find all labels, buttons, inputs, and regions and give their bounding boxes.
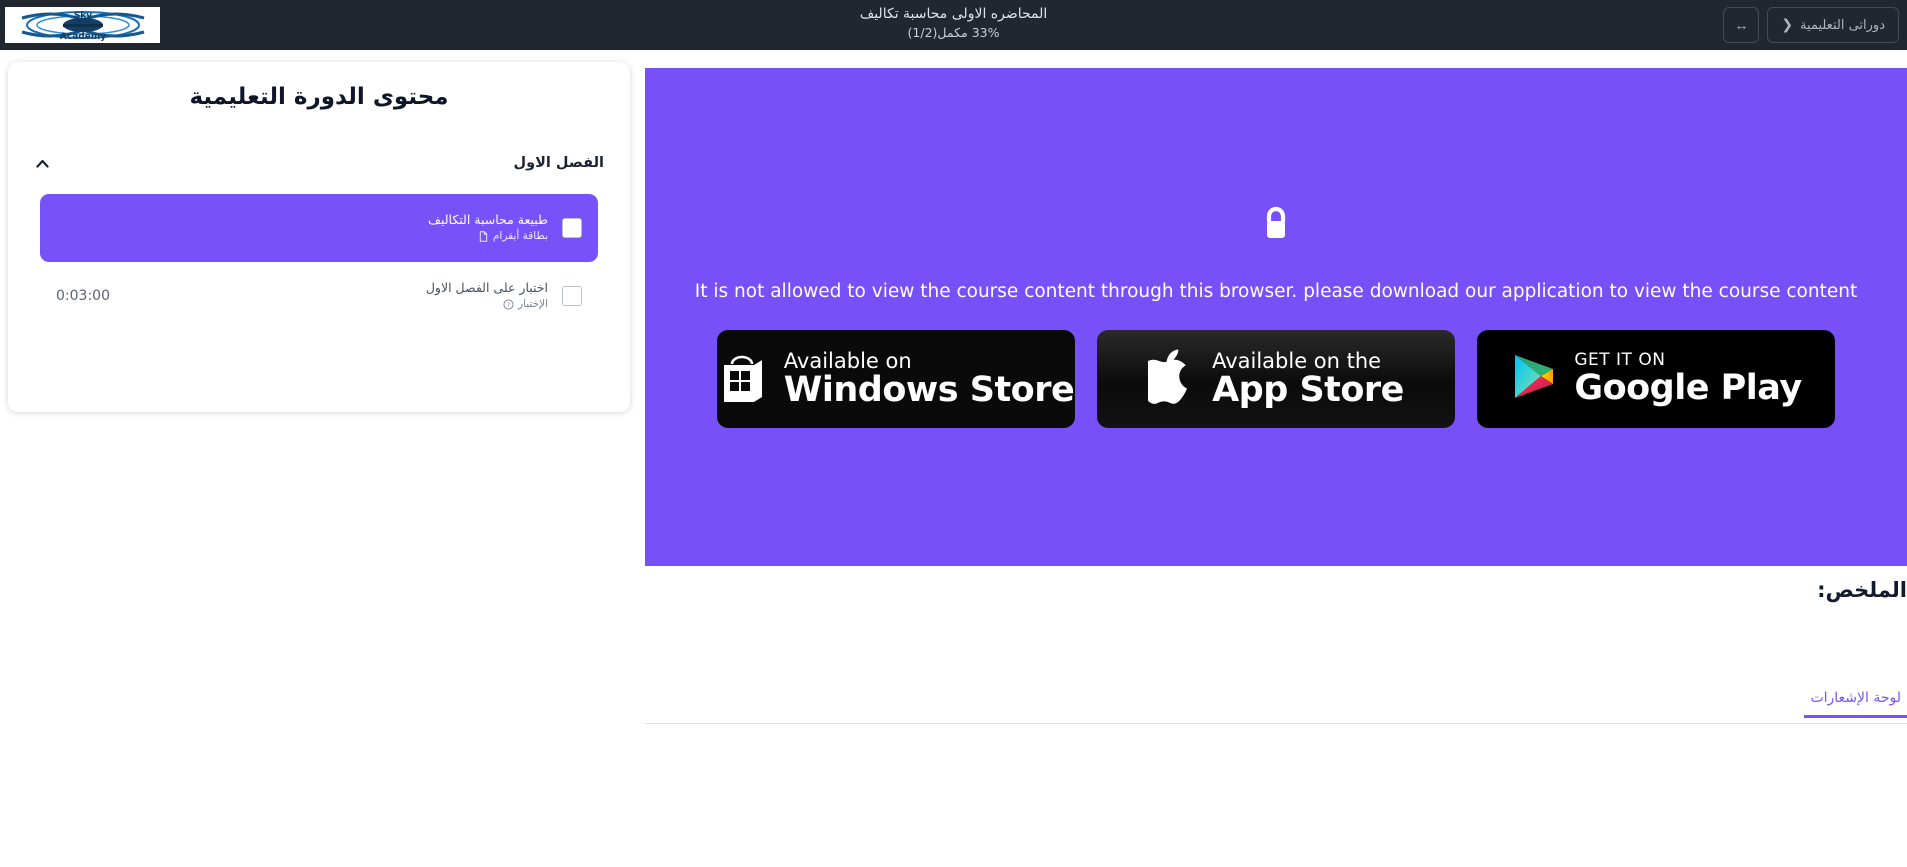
course-progress-text: 33% مكمل(1/2) xyxy=(907,25,1000,40)
question-circle-icon: ? xyxy=(503,299,514,310)
sidebar-toggle-button[interactable]: ↔ xyxy=(1723,7,1760,43)
chevron-up-icon[interactable] xyxy=(34,155,50,171)
lesson-name-0: طبيعة محاسبة التكاليف xyxy=(428,212,548,228)
appstore-badge-small: Available on the xyxy=(1212,348,1382,373)
windows-badge-inner: Available on Windows Store xyxy=(718,348,1075,410)
lesson-text-block-0: طبيعة محاسبة التكاليف بطاقة أيقرام xyxy=(428,212,548,243)
arrows-left-right-icon: ↔ xyxy=(1734,17,1749,33)
document-icon xyxy=(478,231,489,242)
lesson-list: طبيعة محاسبة التكاليف بطاقة أيقرام اختبا… xyxy=(8,194,630,330)
googleplay-badge-small: GET IT ON xyxy=(1574,349,1666,370)
appstore-badge-big: App Store xyxy=(1212,369,1404,410)
lock-icon xyxy=(1259,203,1293,245)
svg-text:?: ? xyxy=(507,302,510,309)
lesson-meta-label-0: بطاقة أيقرام xyxy=(492,230,548,243)
store-badges: Available on Windows Store Available on … xyxy=(717,330,1835,428)
lesson-text-block-1: اختبار على الفصل الاول الإختبار ? xyxy=(426,280,548,311)
windows-store-icon xyxy=(718,351,768,407)
sky-academy-logo-icon: Sky Academy xyxy=(21,11,144,42)
content-blocked-panel: It is not allowed to view the course con… xyxy=(645,68,1907,566)
summary-label: الملخص: xyxy=(1817,578,1907,602)
windows-badge-small: Available on xyxy=(783,348,912,373)
appstore-badge-text: Available on the App Store xyxy=(1212,350,1404,409)
google-play-icon xyxy=(1510,351,1558,407)
googleplay-badge-text: GET IT ON Google Play xyxy=(1574,349,1802,408)
svg-text:Academy: Academy xyxy=(59,32,105,42)
back-button-label: دوراتى التعليمية xyxy=(1800,17,1885,33)
lesson-meta-label-1: الإختبار xyxy=(517,298,548,311)
app-store-badge[interactable]: Available on the App Store xyxy=(1097,330,1455,428)
my-courses-back-button[interactable]: دوراتى التعليمية ❮ xyxy=(1767,7,1899,43)
lesson-checkbox-0[interactable] xyxy=(562,218,582,238)
tab-notifications-board[interactable]: لوحة الإشعارات xyxy=(1804,690,1907,718)
course-content-sidebar: محتوى الدورة التعليمية الفصل الاول طبيعة… xyxy=(8,62,630,412)
blocked-message: It is not allowed to view the course con… xyxy=(694,281,1858,302)
appstore-badge-inner: Available on the App Store xyxy=(1139,349,1404,409)
googleplay-badge-inner: GET IT ON Google Play xyxy=(1510,349,1802,408)
lesson-item-0[interactable]: طبيعة محاسبة التكاليف بطاقة أيقرام xyxy=(40,194,598,262)
windows-badge-big: Windows Store xyxy=(783,369,1075,410)
sidebar-title: محتوى الدورة التعليمية xyxy=(189,84,449,110)
svg-text:Sky: Sky xyxy=(73,11,91,21)
chapter-name: الفصل الاول xyxy=(513,155,605,171)
windows-badge-text: Available on Windows Store xyxy=(783,348,1075,410)
lesson-name-1: اختبار على الفصل الاول xyxy=(425,280,548,296)
lesson-meta-1: الإختبار ? xyxy=(503,297,548,311)
lesson-meta-0: بطاقة أيقرام xyxy=(478,229,548,243)
bottom-tabs: لوحة الإشعارات xyxy=(645,690,1907,724)
lecture-title: المحاضره الاولى محاسبة تكاليف xyxy=(859,6,1048,22)
topbar-title-block: المحاضره الاولى محاسبة تكاليف 33% مكمل(1… xyxy=(0,5,1907,42)
chevron-left-icon: ❮ xyxy=(1781,17,1794,33)
chapter-header[interactable]: الفصل الاول xyxy=(8,150,630,176)
summary-section: الملخص: xyxy=(645,578,1907,602)
google-play-badge[interactable]: GET IT ON Google Play xyxy=(1477,330,1835,428)
brand-logo: Sky Academy xyxy=(5,7,160,43)
windows-store-badge[interactable]: Available on Windows Store xyxy=(717,330,1075,428)
lesson-item-1[interactable]: اختبار على الفصل الاول الإختبار ? 0:03:0… xyxy=(40,262,598,330)
googleplay-badge-big: Google Play xyxy=(1574,367,1802,408)
lesson-checkbox-1[interactable] xyxy=(562,286,582,306)
apple-icon xyxy=(1139,349,1196,409)
topbar-left-controls: دوراتى التعليمية ❮ ↔ xyxy=(1723,7,1899,43)
top-bar: دوراتى التعليمية ❮ ↔ المحاضره الاولى محا… xyxy=(0,0,1907,50)
lesson-duration-1: 0:03:00 xyxy=(56,288,110,304)
